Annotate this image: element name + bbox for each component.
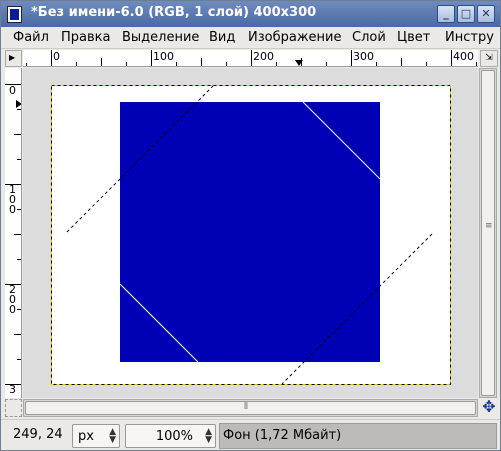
image-canvas[interactable] [23, 68, 478, 398]
menu-select[interactable]: Выделение [122, 30, 199, 45]
pointer-marker [16, 100, 21, 108]
unit-value: px [78, 429, 94, 444]
menu-file[interactable]: Файл [13, 30, 49, 45]
ruler-label: 300 [353, 50, 374, 63]
grip-icon: ⦀ [244, 402, 248, 412]
ruler-label: 100 [9, 183, 16, 216]
ruler-label: 3 [9, 383, 16, 396]
app-icon[interactable] [7, 6, 22, 23]
horizontal-scroll-thumb[interactable]: ⦀ [25, 401, 476, 415]
vertical-scroll-thumb[interactable]: ≡ [481, 70, 495, 396]
menu-colors[interactable]: Цвет [397, 30, 430, 45]
menu-bar: Файл Правка Выделение Вид Изображение Сл… [1, 27, 500, 49]
zoom-select[interactable]: 100% ▲ ▼ [125, 424, 216, 448]
zoom-value: 100% [155, 429, 193, 444]
horizontal-scrollbar[interactable]: ⦀ [23, 399, 478, 417]
status-message: Фон (1,72 Мбайт) [223, 428, 342, 443]
ruler-label: 100 [153, 50, 174, 63]
ruler-corner-button[interactable]: ▶ [5, 50, 22, 67]
vertical-ruler[interactable]: 0 100 200 3 [5, 68, 22, 398]
image-window: *Без имени-6.0 (RGB, 1 слой) 400x300 _ □… [0, 0, 501, 451]
spin-arrows-icon: ▲ ▼ [109, 427, 116, 445]
canvas-area[interactable] [23, 68, 478, 398]
ruler-label: 400 [453, 50, 474, 63]
grip-icon: ≡ [485, 221, 493, 231]
menu-tools[interactable]: Инстру [445, 30, 494, 45]
menu-image[interactable]: Изображение [248, 30, 341, 45]
ruler-label: 200 [9, 283, 16, 316]
window-title: *Без имени-6.0 (RGB, 1 слой) 400x300 [31, 5, 317, 20]
status-bar: 249, 24 px ▲ ▼ 100% ▲ ▼ Фон (1,72 Мбайт) [1, 419, 500, 450]
spin-arrows-icon: ▲ ▼ [205, 427, 212, 445]
vertical-scrollbar[interactable]: ≡ [479, 68, 497, 398]
navigate-icon[interactable]: ✥ [480, 399, 498, 417]
ruler-label: 0 [9, 84, 16, 97]
menu-arrow-icon: ▶ [9, 53, 16, 62]
minimize-button[interactable]: _ [437, 5, 455, 23]
pointer-coordinates: 249, 24 [13, 427, 63, 442]
maximize-button[interactable]: □ [457, 5, 475, 23]
status-message-area: Фон (1,72 Мбайт) [219, 423, 497, 449]
horizontal-ruler-ticks [26, 50, 477, 66]
close-button[interactable]: ✕ [477, 5, 495, 23]
title-bar[interactable]: *Без имени-6.0 (RGB, 1 слой) 400x300 _ □… [1, 1, 500, 27]
quick-mask-toggle[interactable] [5, 399, 22, 417]
menu-layer[interactable]: Слой [352, 30, 386, 45]
menu-view[interactable]: Вид [209, 30, 235, 45]
ruler-label: 200 [253, 50, 274, 63]
unit-select[interactable]: px ▲ ▼ [72, 424, 120, 448]
ruler-label: 0 [53, 50, 60, 63]
menu-edit[interactable]: Правка [61, 30, 110, 45]
zoom-fit-button[interactable]: ⇲ [480, 50, 498, 67]
horizontal-ruler[interactable]: 0 100 200 300 400 [23, 50, 478, 67]
vertical-ruler-ticks [5, 84, 21, 385]
